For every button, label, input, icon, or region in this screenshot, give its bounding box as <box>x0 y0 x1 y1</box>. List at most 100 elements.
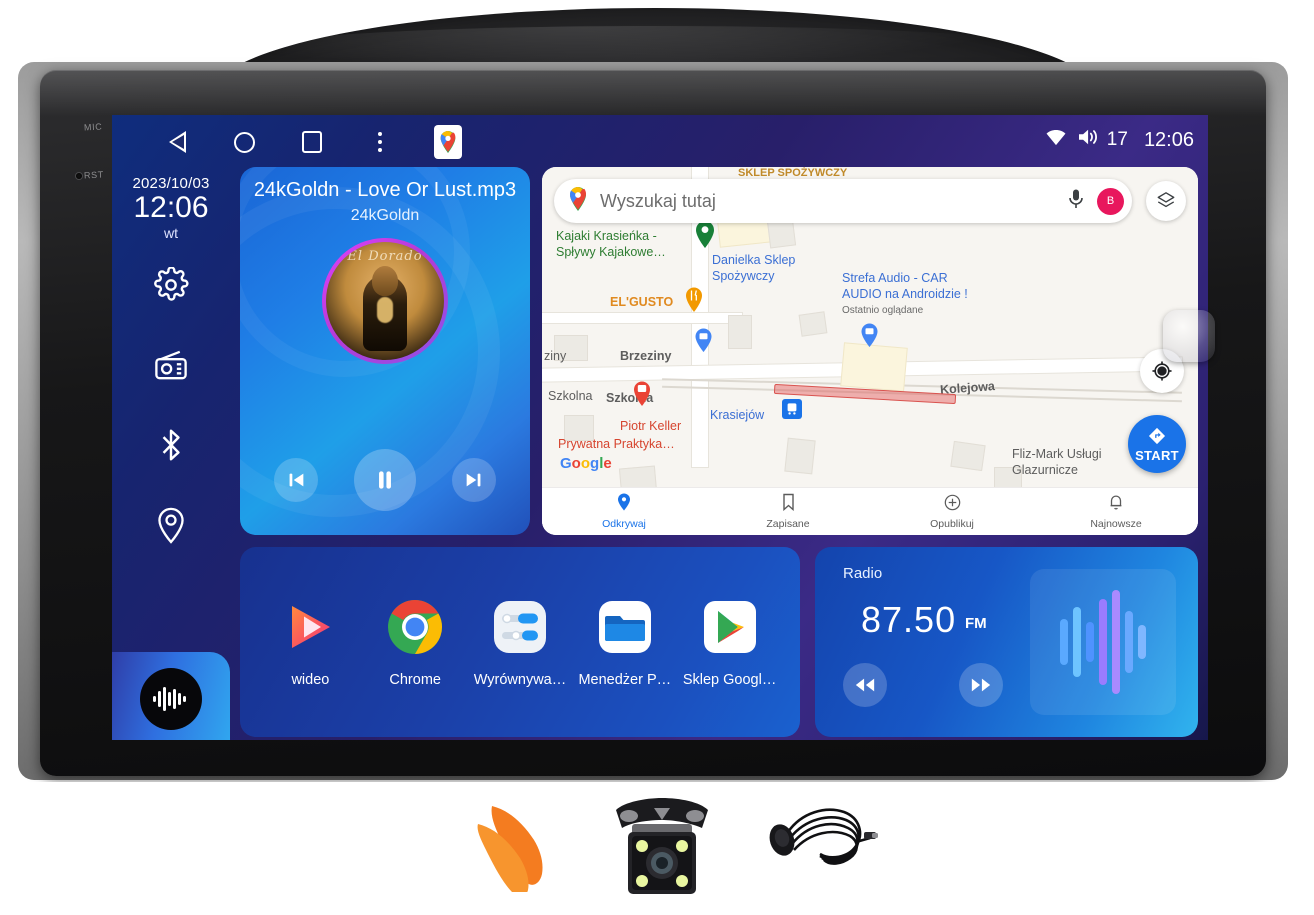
app-label: Chrome <box>389 672 441 688</box>
microphone-icon[interactable] <box>1067 188 1085 215</box>
map-building <box>784 437 816 475</box>
accessories-row <box>0 782 1314 915</box>
map-nav-explore[interactable]: Odkrywaj <box>542 488 706 535</box>
google-maps-widget[interactable]: SKLEP SPOŻYWCZY Kajaki Krasieńka - Spływ… <box>542 167 1198 535</box>
file-manager-folder-icon <box>594 596 656 658</box>
bezel-gloss <box>40 70 1266 116</box>
app-shortcut-video[interactable]: wideo <box>261 596 359 688</box>
app-label: Wyrównywa… <box>473 672 567 688</box>
avatar[interactable]: B <box>1097 187 1124 215</box>
visualizer-bar <box>1138 625 1146 659</box>
chrome-icon <box>384 596 446 658</box>
radio-frequency: 87.50 <box>861 599 957 640</box>
album-art: El Dorado <box>326 242 444 360</box>
home-circle-icon <box>233 131 255 153</box>
radio-controls <box>843 663 1003 707</box>
accessory-reverse-camera <box>602 794 720 905</box>
map-pin-green[interactable] <box>694 219 716 254</box>
sidebar-item-music-active[interactable] <box>112 652 230 740</box>
map-search-placeholder[interactable]: Wyszukaj tutaj <box>600 191 1067 212</box>
map-label: Fliz-Mark Usługi <box>1012 447 1102 461</box>
back-button[interactable] <box>142 125 210 159</box>
map-search-bar[interactable]: Wyszukaj tutaj B <box>554 179 1132 223</box>
map-nav-label: Zapisane <box>766 518 810 530</box>
map-label: AUDIO na Androidzie ! <box>842 287 968 301</box>
visualizer-bar <box>1112 590 1120 694</box>
google-play-icon <box>699 596 761 658</box>
app-label: Menedżer P… <box>578 672 672 688</box>
home-widgets: 24kGoldn - Love Or Lust.mp3 24kGoldn El … <box>240 167 1198 737</box>
map-building <box>728 315 752 349</box>
radio-seek-back-button[interactable] <box>843 663 887 707</box>
map-pin-shop-blue[interactable] <box>694 327 713 358</box>
map-label: Glazurnicze <box>1012 463 1078 477</box>
map-label: Strefa Audio - CAR <box>842 271 948 285</box>
visualizer-bar <box>1125 611 1133 673</box>
map-label: Brzeziny <box>620 349 672 363</box>
album-script-text: El Dorado <box>347 249 423 265</box>
map-nav-saved[interactable]: Zapisane <box>706 488 870 535</box>
navigation-bar <box>142 125 482 159</box>
maps-shortcut-button[interactable] <box>414 125 482 159</box>
mic-label: MIC <box>83 121 103 133</box>
product-photo: MIC RST 17 12:06 2023/10/03 12:06 wt 24k… <box>0 0 1314 915</box>
music-player-widget[interactable]: 24kGoldn - Love Or Lust.mp3 24kGoldn El … <box>240 167 530 535</box>
map-label: Ostatnio oglądane <box>842 305 924 316</box>
map-label: Spływy Kajakowe… <box>556 245 666 259</box>
left-rail: 2023/10/03 12:06 wt <box>112 167 230 740</box>
app-shortcut-play-store[interactable]: Sklep Googl… <box>681 596 779 688</box>
map-label: Prywatna Praktyka… <box>558 437 675 451</box>
play-pause-button[interactable] <box>354 449 416 511</box>
album-art-ring: El Dorado <box>322 238 448 364</box>
rail-date: 2023/10/03 <box>132 175 210 192</box>
map-pin-transit[interactable] <box>782 399 802 424</box>
recents-button[interactable] <box>278 125 346 159</box>
map-pin-shop-blue-2[interactable] <box>860 322 879 353</box>
app-shortcut-equalizer[interactable]: Wyrównywa… <box>471 596 569 688</box>
rail-day-of-week: wt <box>164 224 178 241</box>
touchscreen[interactable]: 17 12:06 2023/10/03 12:06 wt 24kGoldn - … <box>112 115 1208 740</box>
visualizer-bar <box>1073 607 1081 677</box>
sidebar-item-settings[interactable] <box>149 263 193 307</box>
radio-title: Radio <box>843 565 883 582</box>
sidebar-item-radio[interactable] <box>149 343 193 387</box>
map-nav-updates[interactable]: Najnowsze <box>1034 488 1198 535</box>
volume-knob[interactable] <box>1163 310 1215 362</box>
visualizer-bar <box>1060 619 1068 665</box>
map-nav-label: Najnowsze <box>1090 518 1142 530</box>
status-clock: 12:06 <box>1143 128 1194 151</box>
accessory-external-microphone <box>760 798 878 901</box>
map-start-navigation-button[interactable]: START <box>1128 415 1186 473</box>
google-maps-icon <box>434 125 462 159</box>
map-nav-label: Odkrywaj <box>602 518 646 530</box>
map-nav-contribute[interactable]: Opublikuj <box>870 488 1034 535</box>
overflow-button[interactable] <box>346 125 414 159</box>
radio-seek-forward-button[interactable] <box>959 663 1003 707</box>
home-button[interactable] <box>210 125 278 159</box>
reset-pinhole[interactable] <box>76 173 82 179</box>
map-pin-clinic-red[interactable] <box>632 379 652 412</box>
rail-time: 12:06 <box>133 191 209 224</box>
map-layers-button[interactable] <box>1146 181 1186 221</box>
radio-band: FM <box>965 615 987 632</box>
app-dock: wideo Chrome Wyrównywa… Menedżer P… Skle… <box>240 547 800 737</box>
next-track-button[interactable] <box>452 458 496 502</box>
app-shortcut-chrome[interactable]: Chrome <box>366 596 464 688</box>
sidebar-item-bluetooth[interactable] <box>149 423 193 467</box>
previous-track-button[interactable] <box>274 458 318 502</box>
equalizer-icon <box>489 596 551 658</box>
app-label: Sklep Googl… <box>682 672 777 688</box>
app-shortcut-file-manager[interactable]: Menedżer P… <box>576 596 674 688</box>
map-pin-restaurant[interactable] <box>684 285 704 318</box>
map-bottom-nav: Odkrywaj Zapisane Opublikuj Najnowsze <box>542 487 1198 535</box>
plus-circle-icon <box>944 494 961 516</box>
radio-widget[interactable]: Radio 87.50 FM <box>815 547 1198 737</box>
album-figure-chain <box>377 297 393 324</box>
map-label: Piotr Keller <box>620 419 682 433</box>
map-label: Szkolna <box>548 389 593 403</box>
audio-waveform-icon <box>140 668 202 730</box>
sidebar-item-navigation[interactable] <box>149 503 193 547</box>
map-clipped-label: SKLEP SPOŻYWCZY <box>738 167 848 179</box>
player-controls <box>240 449 530 511</box>
volume-level: 17 <box>1106 129 1128 150</box>
